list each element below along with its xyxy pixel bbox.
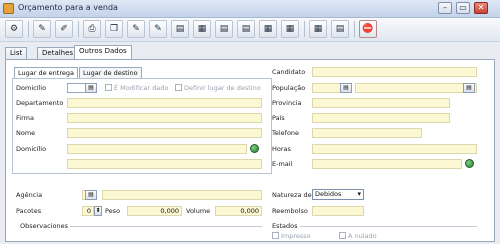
tab-list[interactable]: List bbox=[5, 47, 28, 59]
modificar-label: É Modificar dado bbox=[114, 84, 169, 92]
definir-checkbox[interactable] bbox=[175, 84, 182, 91]
domicilio-address-input[interactable] bbox=[67, 144, 247, 154]
estados-header: Estados bbox=[272, 222, 298, 230]
candidato-input[interactable] bbox=[312, 67, 477, 77]
tool-icon[interactable]: ⚙ bbox=[5, 20, 23, 38]
impresso-label: Impresso bbox=[281, 232, 311, 240]
window-title: Orçamento para a venda bbox=[18, 3, 118, 12]
document-icon[interactable]: ▤ bbox=[237, 20, 255, 38]
horas-label: Horas bbox=[272, 145, 291, 153]
subtab-lugar-destino[interactable]: Lugar de destino bbox=[79, 67, 142, 78]
reembolso-label: Reembolso bbox=[272, 207, 308, 215]
table-icon[interactable]: ▦ bbox=[259, 20, 277, 38]
natureza-label: Natureza de bbox=[272, 191, 312, 199]
peso-label: Peso bbox=[105, 207, 121, 215]
lookup-icon[interactable]: ▤ bbox=[340, 83, 352, 93]
nome-label: Nome bbox=[16, 129, 36, 137]
lookup-icon[interactable]: ▤ bbox=[85, 190, 97, 200]
populacao-label: População bbox=[272, 84, 306, 92]
clipboard-stop-icon[interactable]: ⛔ bbox=[359, 20, 377, 38]
app-icon bbox=[3, 3, 14, 14]
restore-button[interactable]: ▭ bbox=[456, 2, 470, 14]
observacoes-header: Observaciones bbox=[20, 222, 68, 230]
anulado-checkbox[interactable] bbox=[339, 232, 346, 239]
pacotes-stepper[interactable]: ⬍ bbox=[94, 206, 102, 216]
agencia-label: Agência bbox=[16, 191, 43, 199]
globe-icon[interactable] bbox=[250, 144, 259, 153]
peso-input[interactable]: 0,000 bbox=[127, 206, 182, 216]
pacotes-label: Pacotes bbox=[16, 207, 42, 215]
anulado-label: A nulado bbox=[348, 232, 377, 240]
pacotes-input[interactable]: 0 bbox=[82, 206, 94, 216]
email-icon[interactable] bbox=[465, 159, 474, 168]
pen-icon[interactable]: ✎ bbox=[149, 20, 167, 38]
document-icon[interactable]: ▤ bbox=[215, 20, 233, 38]
pen-icon[interactable]: ✎ bbox=[33, 20, 51, 38]
toolbar-separator bbox=[28, 21, 29, 37]
volume-input[interactable]: 0,000 bbox=[215, 206, 262, 216]
edit-icon[interactable]: ✐ bbox=[55, 20, 73, 38]
provincia-label: Provincia bbox=[272, 99, 302, 107]
modificar-checkbox[interactable] bbox=[105, 84, 112, 91]
toolbar: ⚙ ✎ ✐ ⎙ ❐ ✎ ✎ ▤ ▦ ▤ ▤ ▦ ▦ ▦ ▤ ⛔ bbox=[0, 18, 500, 42]
domicilio-label: Domicílio bbox=[16, 84, 47, 92]
nome-input[interactable] bbox=[67, 128, 262, 138]
lookup-icon[interactable]: ▤ bbox=[463, 83, 475, 93]
departamento-label: Departamento bbox=[16, 99, 64, 107]
telefone-input[interactable] bbox=[312, 128, 422, 138]
subtab-lugar-entrega[interactable]: Lugar de entrega bbox=[14, 67, 78, 78]
horas-input[interactable] bbox=[312, 144, 477, 154]
toolbar-separator bbox=[304, 21, 305, 37]
pais-input[interactable] bbox=[312, 113, 450, 123]
print-icon[interactable]: ⎙ bbox=[83, 20, 101, 38]
telefone-label: Telefone bbox=[272, 129, 300, 137]
natureza-select[interactable]: Debidos bbox=[312, 189, 364, 200]
agencia-input[interactable] bbox=[102, 190, 262, 200]
impresso-checkbox[interactable] bbox=[272, 232, 279, 239]
title-bar: Orçamento para a venda – ▭ ✕ bbox=[0, 0, 500, 18]
close-button[interactable]: ✕ bbox=[474, 2, 488, 14]
definir-label: Definir lugar de destino bbox=[184, 84, 261, 92]
populacao-input[interactable] bbox=[355, 83, 477, 93]
firma-label: Firma bbox=[16, 114, 34, 122]
reembolso-input[interactable] bbox=[312, 206, 364, 216]
estados-divider bbox=[300, 226, 477, 227]
observacoes-divider bbox=[70, 226, 262, 227]
email-input[interactable] bbox=[312, 159, 462, 169]
minimize-button[interactable]: – bbox=[438, 2, 452, 14]
email-label: E-mail bbox=[272, 160, 293, 168]
candidato-label: Candidato bbox=[272, 68, 306, 76]
lookup-icon[interactable]: ▤ bbox=[85, 83, 97, 93]
toolbar-separator bbox=[78, 21, 79, 37]
firma-input[interactable] bbox=[67, 113, 262, 123]
toolbar-separator bbox=[354, 21, 355, 37]
domicilio2-label: Domicílio bbox=[16, 145, 47, 153]
tab-outros-dados[interactable]: Outros Dados bbox=[74, 45, 132, 59]
table-icon[interactable]: ▦ bbox=[193, 20, 211, 38]
pen-icon[interactable]: ✎ bbox=[127, 20, 145, 38]
volume-label: Volume bbox=[186, 207, 211, 215]
tab-detalhes[interactable]: Detalhes bbox=[37, 47, 79, 59]
domicilio-address-line2-input[interactable] bbox=[67, 159, 262, 169]
copy-icon[interactable]: ❐ bbox=[105, 20, 123, 38]
table-icon[interactable]: ▦ bbox=[281, 20, 299, 38]
document-icon[interactable]: ▤ bbox=[331, 20, 349, 38]
document-icon[interactable]: ▤ bbox=[171, 20, 189, 38]
departamento-input[interactable] bbox=[67, 98, 262, 108]
table-icon[interactable]: ▦ bbox=[309, 20, 327, 38]
pais-label: País bbox=[272, 114, 285, 122]
provincia-input[interactable] bbox=[312, 98, 450, 108]
